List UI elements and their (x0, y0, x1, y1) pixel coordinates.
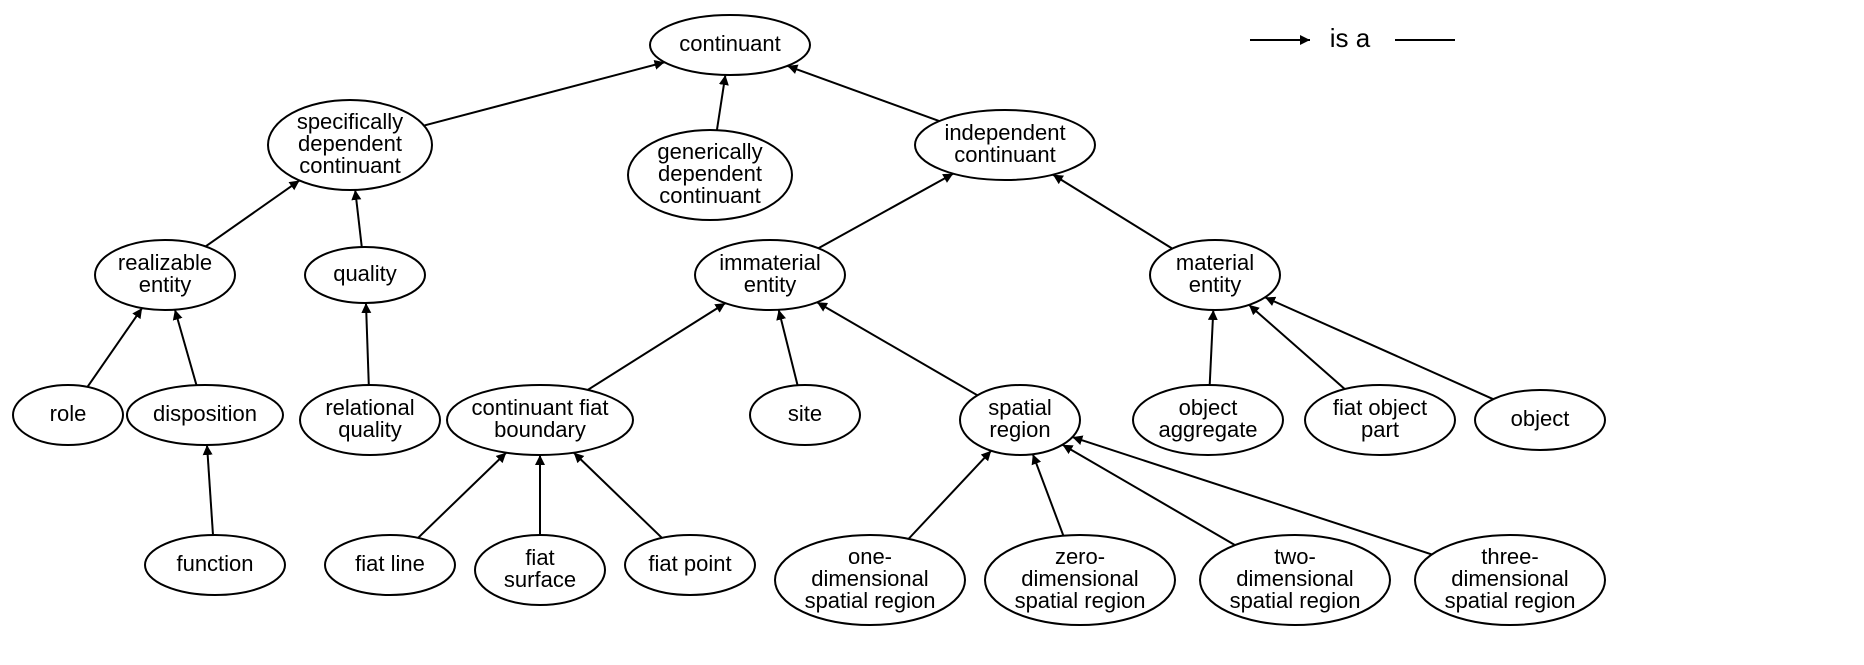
edge-object_aggregate-to-material (1210, 310, 1214, 385)
legend-label: is a (1330, 23, 1371, 53)
node-relational_quality: relationalquality (300, 385, 440, 455)
node-site: site (750, 385, 860, 445)
edge-immaterial-to-ic (818, 174, 953, 249)
ontology-diagram: continuant specificallydependentcontinuan… (0, 0, 1864, 665)
node-three_d: three-dimensionalspatial region (1415, 535, 1605, 625)
edge-cfb-to-immaterial (588, 303, 726, 390)
node-object_aggregate: objectaggregate (1133, 385, 1283, 455)
edge-one_d-to-spatial_region (909, 451, 992, 539)
edge-role-to-realizable (87, 308, 142, 387)
node-label-object: object (1511, 406, 1570, 431)
node-label-ic: independentcontinuant (944, 120, 1065, 167)
node-label-spatial_region: spatialregion (988, 395, 1052, 442)
node-material: materialentity (1150, 240, 1280, 310)
edge-ic-to-continuant (787, 66, 939, 121)
node-fiat_surface: fiatsurface (475, 535, 605, 605)
node-label-site: site (788, 401, 822, 426)
node-object: object (1475, 390, 1605, 450)
node-sdc: specificallydependentcontinuant (268, 100, 432, 190)
node-label-sdc: specificallydependentcontinuant (297, 109, 403, 178)
edge-two_d-to-spatial_region (1062, 445, 1235, 545)
node-label-disposition: disposition (153, 401, 257, 426)
node-continuant: continuant (650, 15, 810, 75)
edge-fiat_point-to-cfb (574, 453, 662, 538)
edge-sdc-to-continuant (424, 62, 665, 125)
node-one_d: one-dimensionalspatial region (775, 535, 965, 625)
node-zero_d: zero-dimensionalspatial region (985, 535, 1175, 625)
edge-function-to-disposition (207, 445, 213, 535)
edge-site-to-immaterial (779, 310, 798, 386)
node-disposition: disposition (127, 385, 283, 445)
node-function: function (145, 535, 285, 595)
node-label-function: function (176, 551, 253, 576)
edge-spatial_region-to-immaterial (817, 302, 977, 395)
edge-fiat_line-to-cfb (418, 453, 506, 538)
edge-disposition-to-realizable (175, 310, 197, 386)
legend-is-a: is a (1250, 23, 1455, 53)
node-fiat_point: fiat point (625, 535, 755, 595)
node-label-quality: quality (333, 261, 397, 286)
node-label-fiat_line: fiat line (355, 551, 425, 576)
edge-fiat_object_part-to-material (1249, 305, 1345, 389)
node-label-continuant: continuant (679, 31, 781, 56)
edge-zero_d-to-spatial_region (1033, 454, 1064, 536)
node-label-fiat_point: fiat point (648, 551, 731, 576)
node-spatial_region: spatialregion (960, 385, 1080, 455)
node-fiat_object_part: fiat objectpart (1305, 385, 1455, 455)
edge-relational_quality-to-quality (366, 303, 369, 385)
node-label-relational_quality: relationalquality (325, 395, 414, 442)
node-two_d: two-dimensionalspatial region (1200, 535, 1390, 625)
node-gdc: genericallydependentcontinuant (628, 130, 792, 220)
node-label-role: role (50, 401, 87, 426)
node-ic: independentcontinuant (915, 110, 1095, 180)
node-fiat_line: fiat line (325, 535, 455, 595)
edge-quality-to-sdc (355, 190, 362, 247)
node-realizable: realizableentity (95, 240, 235, 310)
node-quality: quality (305, 247, 425, 303)
node-role: role (13, 385, 123, 445)
edge-realizable-to-sdc (206, 180, 300, 246)
edge-gdc-to-continuant (717, 75, 725, 130)
node-cfb: continuant fiatboundary (447, 385, 633, 455)
edge-material-to-ic (1053, 175, 1172, 249)
node-label-gdc: genericallydependentcontinuant (657, 139, 762, 208)
node-immaterial: immaterialentity (695, 240, 845, 310)
